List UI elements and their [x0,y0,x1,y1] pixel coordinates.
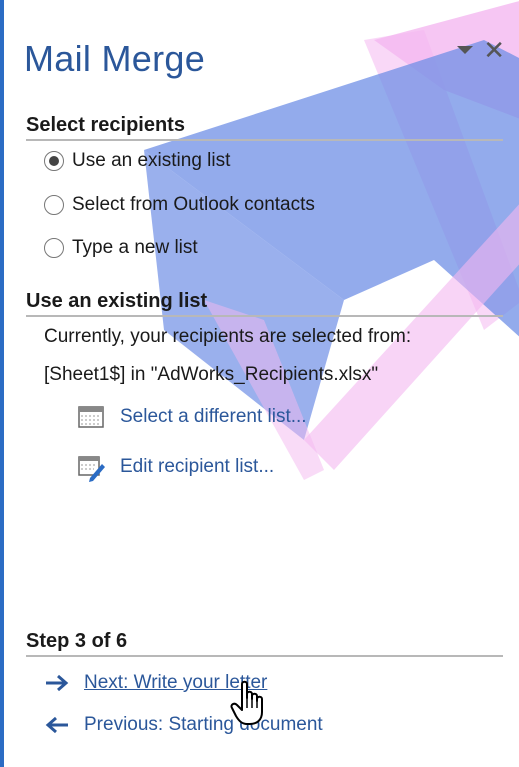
arrow-right-icon [46,674,69,692]
radio-unselected-icon[interactable] [44,195,64,215]
radio-unselected-icon[interactable] [44,238,64,258]
task-pane-options-icon[interactable] [457,46,474,54]
pane-title: Mail Merge [24,38,206,79]
close-icon[interactable]: ✕ [483,37,505,63]
edit-recipient-list-label[interactable]: Edit recipient list... [120,456,274,478]
select-different-list-link[interactable]: Select a different list... [76,402,307,432]
edit-recipient-list-link[interactable]: Edit recipient list... [76,452,274,482]
use-existing-list-heading: Use an existing list [26,290,503,317]
select-recipients-heading: Select recipients [26,114,503,141]
radio-selected-icon[interactable] [44,151,64,171]
edit-list-icon [78,456,105,482]
radio-type-new-list[interactable]: Type a new list [44,237,198,259]
select-different-list-label[interactable]: Select a different list... [120,406,307,428]
step-heading: Step 3 of 6 [26,630,503,657]
list-table-icon [78,406,104,428]
previous-step-link[interactable]: Previous: Starting document [44,714,323,736]
radio-label: Type a new list [72,237,198,258]
previous-step-label[interactable]: Previous: Starting document [84,714,323,736]
current-recipients-source: [Sheet1$] in "AdWorks_Recipients.xlsx" [44,364,379,385]
mail-merge-pane: Mail Merge ✕ Select recipients Use an ex… [0,0,519,767]
current-recipients-label: Currently, your recipients are selected … [44,326,412,347]
hand-pointer-cursor-icon [230,680,263,725]
radio-label: Use an existing list [72,150,231,171]
title-controls: ✕ [457,37,505,63]
arrow-left-icon [45,716,68,734]
radio-select-outlook-contacts[interactable]: Select from Outlook contacts [44,194,315,216]
radio-use-existing-list[interactable]: Use an existing list [44,150,230,172]
radio-label: Select from Outlook contacts [72,194,315,215]
